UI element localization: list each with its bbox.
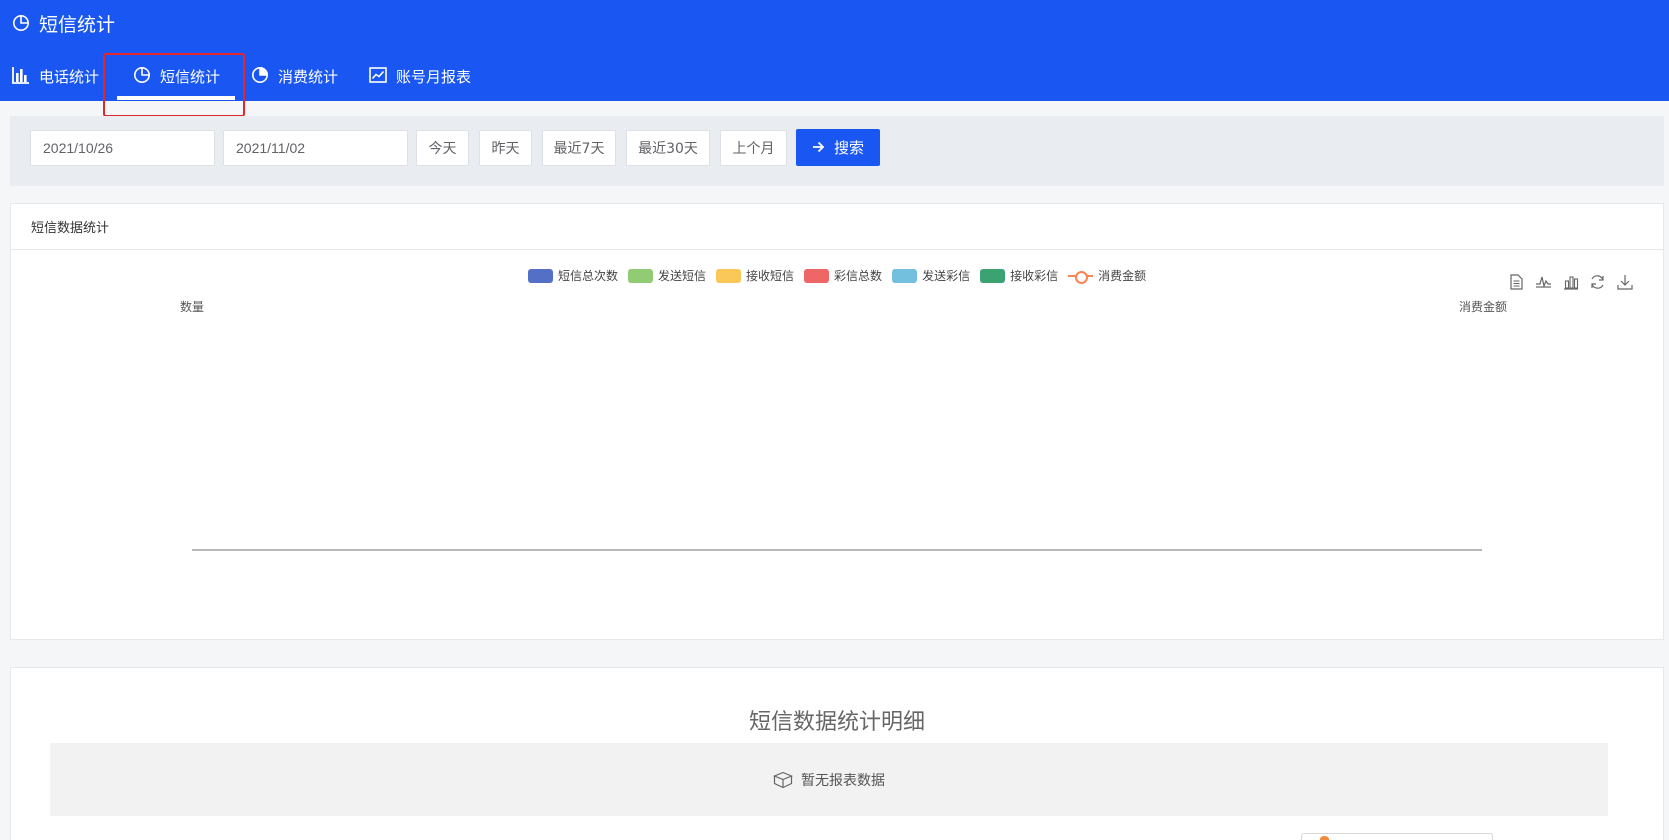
tab-phone-stats[interactable]: 电话统计 <box>12 58 117 101</box>
legend-swatch <box>1068 269 1094 284</box>
filter-bar: 2021/10/26 2021/11/02 今天 昨天 最近7天 最近30天 上… <box>10 116 1664 186</box>
empty-box-icon <box>773 771 793 789</box>
quick-today-button[interactable]: 今天 <box>416 130 469 166</box>
tab-label: 短信统计 <box>160 68 221 86</box>
page-title: 短信统计 <box>12 10 115 36</box>
legend-swatch <box>716 268 742 283</box>
legend-label: 发送彩信 <box>922 269 971 283</box>
legend-swatch <box>528 268 553 283</box>
search-button[interactable]: 搜索 <box>796 129 880 166</box>
legend-item[interactable]: 接收短信 <box>716 267 794 284</box>
legend-swatch <box>980 268 1006 283</box>
legend-item[interactable]: 消费金额 <box>1068 267 1146 284</box>
tab-sms-stats[interactable]: 短信统计 <box>117 58 235 101</box>
legend-item[interactable]: 短信总次数 <box>528 267 618 284</box>
legend-item[interactable]: 彩信总数 <box>804 267 882 284</box>
legend-swatch <box>892 268 918 283</box>
page-title-text: 短信统计 <box>39 13 116 36</box>
legend-item[interactable]: 接收彩信 <box>980 267 1058 284</box>
sms-detail-card: 短信数据统计明细 暂无报表数据 <box>10 667 1664 840</box>
legend-label: 彩信总数 <box>834 269 883 283</box>
bar-switch-icon[interactable] <box>1557 272 1584 292</box>
bar-chart-icon <box>12 66 30 84</box>
end-date-input[interactable]: 2021/11/02 <box>223 130 408 166</box>
y-axis-name-right: 消费金额 <box>1459 300 1508 314</box>
legend-item[interactable]: 发送短信 <box>628 267 706 284</box>
pie-chart-icon <box>133 66 151 84</box>
data-view-icon[interactable] <box>1503 272 1530 292</box>
quick-last-7-days-button[interactable]: 最近7天 <box>542 130 616 166</box>
empty-state-text: 暂无报表数据 <box>801 772 885 789</box>
line-chart-icon <box>369 66 387 84</box>
legend-label: 接收彩信 <box>1010 269 1059 283</box>
empty-state: 暂无报表数据 <box>50 743 1608 816</box>
restore-icon[interactable] <box>1584 272 1611 292</box>
search-button-label: 搜索 <box>833 139 864 157</box>
tab-account-monthly-report[interactable]: 账号月报表 <box>369 58 499 101</box>
quick-last-30-days-button[interactable]: 最近30天 <box>626 130 710 166</box>
line-switch-icon[interactable] <box>1530 272 1557 292</box>
tab-label: 账号月报表 <box>396 68 472 86</box>
legend-label: 短信总次数 <box>558 269 619 283</box>
chart-toolbox <box>1503 272 1638 292</box>
tab-label: 消费统计 <box>278 68 339 86</box>
legend-item[interactable]: 发送彩信 <box>892 267 970 284</box>
app-header: 短信统计 电话统计 短信统计 消费统计 账号月报表 <box>0 0 1669 101</box>
quick-last-month-button[interactable]: 上个月 <box>720 130 787 166</box>
pie-chart-icon <box>12 14 30 32</box>
sms-chart-card: 短信数据统计 短信总次数 发送短信 接收短信 彩信总数 发送彩信 接收彩信 消费金额 数量 … <box>10 203 1664 640</box>
partial-element <box>1301 833 1493 840</box>
legend-swatch <box>628 268 654 283</box>
quick-yesterday-button[interactable]: 昨天 <box>479 130 532 166</box>
legend-label: 发送短信 <box>658 269 707 283</box>
legend-swatch <box>804 268 830 283</box>
tab-label: 电话统计 <box>39 68 100 86</box>
download-icon[interactable] <box>1611 272 1638 292</box>
tab-bar: 电话统计 短信统计 消费统计 账号月报表 <box>0 58 499 101</box>
arrow-right-icon <box>812 139 825 157</box>
legend-label: 消费金额 <box>1098 269 1147 283</box>
y-axis-name-left: 数量 <box>180 300 205 314</box>
pie-chart-icon <box>251 66 269 84</box>
detail-title: 短信数据统计明细 <box>748 710 925 735</box>
legend-label: 接收短信 <box>746 269 795 283</box>
tab-consumption-stats[interactable]: 消费统计 <box>251 58 369 101</box>
start-date-input[interactable]: 2021/10/26 <box>30 130 215 166</box>
chart-legend[interactable]: 短信总次数 发送短信 接收短信 彩信总数 发送彩信 接收彩信 消费金额 <box>528 267 1156 284</box>
